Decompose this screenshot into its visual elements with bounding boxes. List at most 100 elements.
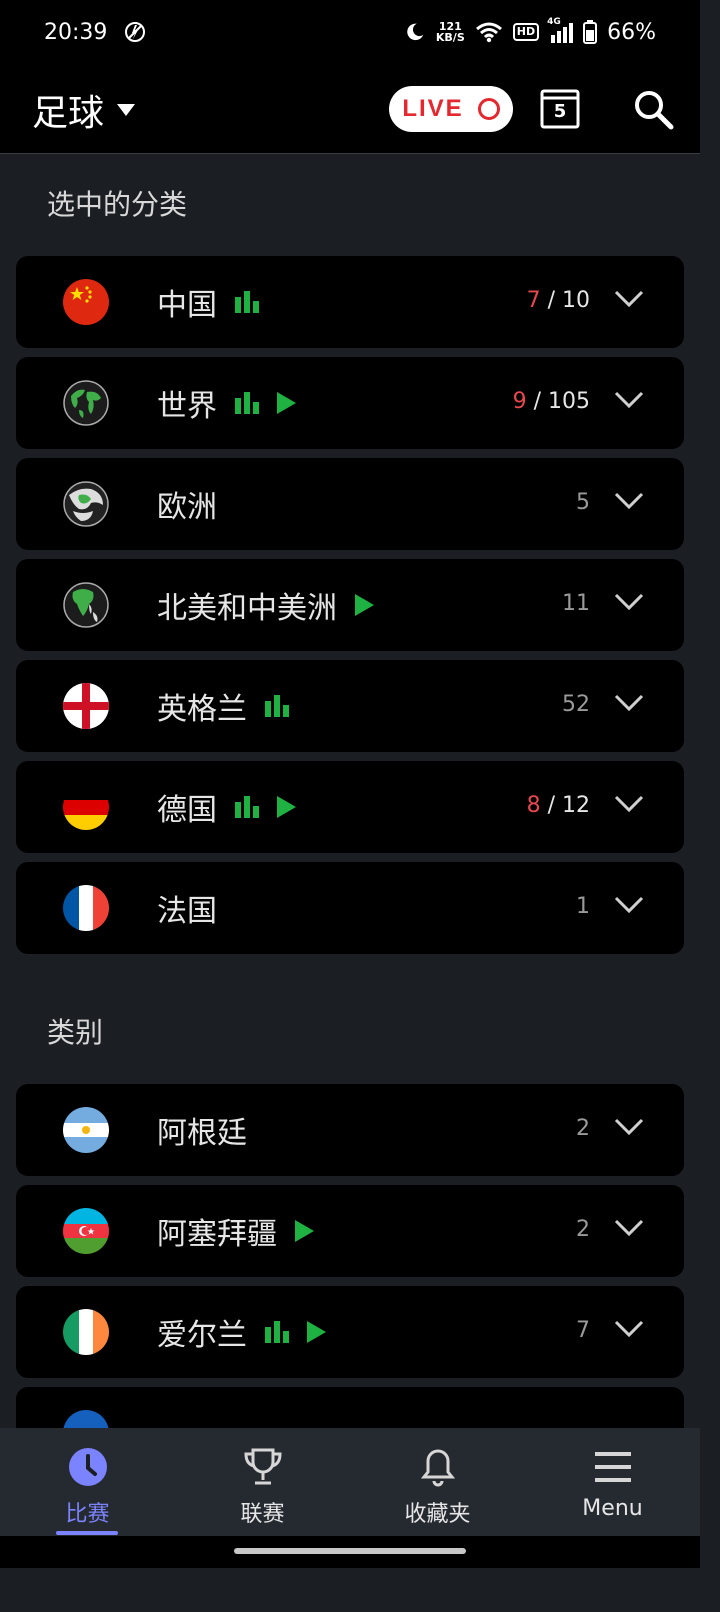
live-count: 9 — [512, 389, 527, 414]
match-count: 9 / 105 — [513, 389, 590, 414]
category-name-row: 阿根廷 — [157, 1108, 247, 1152]
no-disturb-icon — [125, 22, 146, 42]
count-separator: / — [526, 389, 548, 414]
stats-icon — [265, 695, 289, 717]
france-flag-icon — [63, 885, 109, 931]
total-count: 1 — [576, 894, 590, 919]
net-speed: 121 KB/S — [436, 21, 465, 43]
hd-badge: HD — [512, 23, 540, 41]
category-name: 北美和中美洲 — [157, 591, 337, 626]
category-card[interactable]: 北美和中美洲 11 — [16, 559, 684, 651]
nav-menu[interactable]: Menu — [525, 1428, 700, 1536]
match-count: 8 / 12 — [527, 793, 590, 818]
azerbaijan-flag-icon — [63, 1208, 109, 1254]
ireland-flag-icon — [63, 1309, 109, 1355]
chevron-down-icon[interactable] — [614, 290, 644, 308]
category-card[interactable]: 爱尔兰 7 — [16, 1286, 684, 1378]
total-count: 10 — [562, 288, 590, 313]
sport-title: 足球 — [32, 93, 105, 134]
signal-icon: 4G — [547, 17, 574, 43]
search-button[interactable] — [632, 88, 674, 130]
world-globe-flag-icon — [63, 380, 109, 426]
category-name-row: 英格兰 — [157, 684, 289, 728]
clock-icon — [68, 1448, 107, 1486]
search-icon — [635, 91, 674, 130]
match-count: 52 — [562, 692, 590, 717]
category-name-row: 阿塞拜疆 — [157, 1209, 314, 1253]
chevron-down-icon[interactable] — [614, 1219, 644, 1237]
bottom-nav: 比赛 联赛 收藏夹 Menu — [0, 1428, 700, 1536]
category-name-row: 欧洲 — [157, 482, 217, 526]
battery-icon — [583, 20, 598, 44]
status-bar: 20:39 121 KB/S HD 4G 66% — [0, 0, 700, 64]
total-count: 5 — [576, 490, 590, 515]
status-time: 20:39 — [44, 19, 108, 45]
argentina-flag-icon — [63, 1107, 109, 1153]
category-card[interactable]: 德国 8 / 12 — [16, 761, 684, 853]
sport-selector[interactable]: 足球 — [32, 84, 136, 136]
live-button[interactable]: LIVE — [389, 86, 513, 132]
chevron-down-icon[interactable] — [614, 795, 644, 813]
live-label: LIVE — [402, 95, 464, 122]
gesture-bar[interactable] — [234, 1548, 466, 1554]
category-card-partial[interactable] — [16, 1387, 684, 1428]
category-name: 中国 — [157, 288, 217, 323]
category-card[interactable]: 世界 9 / 105 — [16, 357, 684, 449]
match-count: 2 — [576, 1217, 590, 1242]
category-name: 德国 — [157, 793, 217, 828]
count-separator: / — [540, 793, 562, 818]
category-name: 爱尔兰 — [157, 1318, 247, 1353]
nav-label-menu: Menu — [582, 1496, 643, 1521]
live-play-icon — [295, 1220, 314, 1242]
menu-icon — [594, 1452, 631, 1482]
china-flag-icon — [63, 279, 109, 325]
app-bar: 足球 LIVE 5 — [0, 64, 700, 154]
category-name: 阿塞拜疆 — [157, 1217, 277, 1252]
category-name: 世界 — [157, 389, 217, 424]
europe-globe-flag-icon — [63, 481, 109, 527]
chevron-down-icon[interactable] — [614, 1320, 644, 1338]
category-card[interactable]: 欧洲 5 — [16, 458, 684, 550]
category-name-row: 德国 — [157, 785, 296, 829]
live-count: 8 — [526, 793, 541, 818]
category-name-row: 世界 — [157, 381, 296, 425]
total-count: 11 — [562, 591, 590, 616]
chevron-down-icon[interactable] — [614, 593, 644, 611]
live-play-icon — [355, 594, 374, 616]
nav-matches[interactable]: 比赛 — [0, 1428, 175, 1536]
stats-icon — [235, 291, 259, 313]
nav-label-leagues: 联赛 — [240, 1502, 285, 1527]
network-type: 4G — [547, 17, 561, 27]
chevron-down-icon[interactable] — [614, 1118, 644, 1136]
category-card[interactable]: 阿根廷 2 — [16, 1084, 684, 1176]
match-count: 5 — [576, 490, 590, 515]
chevron-down-icon[interactable] — [614, 896, 644, 914]
category-name-row: 北美和中美洲 — [157, 583, 374, 627]
category-card[interactable]: 中国 7 / 10 — [16, 256, 684, 348]
category-name: 英格兰 — [157, 692, 247, 727]
nav-leagues[interactable]: 联赛 — [175, 1428, 350, 1536]
live-play-icon — [277, 392, 296, 414]
category-name-row: 中国 — [157, 280, 259, 324]
stats-icon — [265, 1321, 289, 1343]
battery-level: 66% — [607, 19, 656, 45]
category-card[interactable]: 英格兰 52 — [16, 660, 684, 752]
chevron-down-icon[interactable] — [614, 492, 644, 510]
category-card[interactable]: 法国 1 — [16, 862, 684, 954]
calendar-day: 5 — [553, 101, 567, 122]
section-title-selected: 选中的分类 — [47, 188, 188, 221]
calendar-button[interactable]: 5 — [540, 86, 580, 130]
north-america-globe-flag-icon — [63, 582, 109, 628]
nav-favorites[interactable]: 收藏夹 — [350, 1428, 525, 1536]
total-count: 12 — [562, 793, 590, 818]
germany-flag-icon — [63, 784, 109, 830]
stats-icon — [235, 796, 259, 818]
live-ring-icon — [477, 98, 500, 120]
wifi-icon — [475, 22, 502, 43]
england-flag-icon — [63, 683, 109, 729]
chevron-down-icon[interactable] — [614, 694, 644, 712]
chevron-down-icon[interactable] — [614, 391, 644, 409]
total-count: 2 — [576, 1217, 590, 1242]
category-card[interactable]: 阿塞拜疆 2 — [16, 1185, 684, 1277]
match-count: 7 / 10 — [527, 288, 590, 313]
